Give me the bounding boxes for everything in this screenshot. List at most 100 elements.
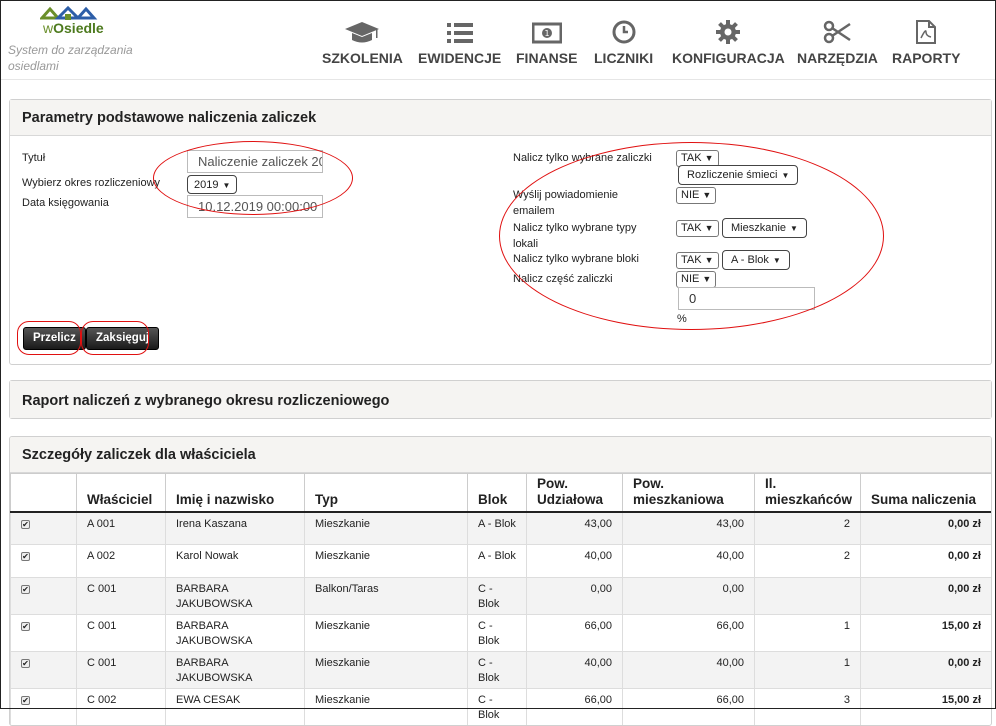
zaliczki-multiselect[interactable]: Rozliczenie śmieci ▼ bbox=[678, 165, 799, 185]
name-cell: Karol Nowak bbox=[165, 544, 305, 578]
wybrane-zaliczki-label: Nalicz tylko wybrane zaliczki bbox=[513, 152, 652, 164]
bloki-multiselect[interactable]: A - Blok ▼ bbox=[722, 250, 790, 270]
caret-down-icon: ▼ bbox=[772, 256, 781, 265]
nav-liczniki[interactable]: LICZNIKI bbox=[594, 18, 653, 66]
przelicz-button[interactable]: Przelicz bbox=[23, 327, 86, 350]
name-cell: BARBARA JAKUBOWSKA bbox=[165, 614, 305, 652]
col-header[interactable]: Właściciel bbox=[76, 473, 166, 513]
residents-cell bbox=[754, 577, 861, 615]
pow-mieszkaniowa-cell: 40,00 bbox=[622, 544, 755, 578]
col-header[interactable]: Suma naliczenia bbox=[860, 473, 991, 513]
zaksieguj-button[interactable]: Zaksięguj bbox=[86, 327, 160, 350]
graduation-cap-icon bbox=[345, 22, 380, 43]
col-header[interactable]: Il. mieszkańców bbox=[754, 473, 861, 513]
owner-cell: C 002 bbox=[76, 688, 166, 725]
row-checkbox[interactable]: ✔ bbox=[21, 552, 30, 561]
residents-cell: 1 bbox=[754, 614, 861, 652]
caret-down-icon: ▼ bbox=[704, 255, 714, 265]
caret-down-icon: ▼ bbox=[781, 171, 790, 180]
report-panel-title[interactable]: Raport naliczeń z wybranego okresu rozli… bbox=[10, 381, 991, 418]
logo[interactable]: wOsiedle bbox=[43, 20, 104, 36]
residents-cell: 2 bbox=[754, 544, 861, 578]
wybrane-zaliczki-value: TAK bbox=[681, 152, 702, 164]
nav-label: FINANSE bbox=[516, 50, 578, 66]
pow-udzialowa-cell: 40,00 bbox=[526, 544, 623, 578]
pdf-icon bbox=[916, 20, 937, 44]
typy-lokali-multiselect[interactable]: Mieszkanie ▼ bbox=[722, 218, 807, 238]
bloki-label: Nalicz tylko wybrane bloki bbox=[513, 253, 639, 265]
row-checkbox[interactable]: ✔ bbox=[21, 659, 30, 668]
nav-ewidencje[interactable]: EWIDENCJE bbox=[418, 18, 501, 66]
caret-down-icon: ▼ bbox=[790, 224, 798, 233]
block-cell: C - Blok bbox=[467, 651, 527, 689]
row-checkbox[interactable]: ✔ bbox=[21, 519, 30, 529]
report-panel: Raport naliczeń z wybranego okresu rozli… bbox=[9, 380, 992, 419]
type-cell: Mieszkanie bbox=[304, 651, 468, 689]
nav-szkolenia[interactable]: SZKOLENIA bbox=[322, 18, 403, 66]
powiadomienie-label: Wyślij powiadomienie emailem bbox=[513, 189, 619, 217]
czesc-amount-input[interactable]: 0 bbox=[678, 287, 815, 310]
owner-cell: A 002 bbox=[76, 544, 166, 578]
data-ksiegowania-input[interactable]: 10.12.2019 00:00:00 bbox=[187, 195, 323, 218]
nav-label: LICZNIKI bbox=[594, 50, 654, 66]
residents-cell: 3 bbox=[754, 688, 861, 725]
nav-finanse[interactable]: 1 FINANSE bbox=[516, 18, 577, 66]
col-header[interactable]: Pow. mieszkaniowa bbox=[622, 473, 755, 513]
nav-label: SZKOLENIA bbox=[322, 50, 403, 66]
nav-label: NARZĘDZIA bbox=[797, 50, 878, 66]
name-cell: EWA CESAK bbox=[165, 688, 305, 725]
col-header[interactable]: Imię i nazwisko bbox=[165, 473, 305, 513]
czesc-zaliczki-select[interactable]: NIE ▼ bbox=[676, 271, 717, 288]
block-cell: C - Blok bbox=[467, 577, 527, 615]
row-checkbox[interactable]: ✔ bbox=[21, 622, 30, 631]
okres-select[interactable]: 2019 ▼ bbox=[187, 175, 238, 194]
bloki-multiselect-value: A - Blok bbox=[731, 254, 769, 266]
pow-mieszkaniowa-cell: 43,00 bbox=[622, 511, 755, 545]
owner-cell: A 001 bbox=[76, 511, 166, 545]
table-row: ✔ C 002 EWA CESAK Mieszkanie C - Blok 66… bbox=[10, 688, 991, 725]
sum-cell: 0,00 zł bbox=[860, 511, 991, 545]
caret-down-icon: ▼ bbox=[704, 153, 714, 163]
zaliczki-multiselect-value: Rozliczenie śmieci bbox=[687, 169, 778, 181]
type-cell: Mieszkanie bbox=[304, 544, 468, 578]
details-table: Właściciel Imię i nazwisko Typ Blok Pow.… bbox=[10, 473, 991, 725]
col-header[interactable]: Pow. Udziałowa bbox=[526, 473, 623, 513]
params-panel-title: Parametry podstawowe naliczenia zaliczek bbox=[10, 100, 991, 136]
logo-name: Osiedle bbox=[53, 20, 104, 36]
nav-raporty[interactable]: RAPORTY bbox=[892, 18, 960, 66]
typy-lokali-select[interactable]: TAK ▼ bbox=[676, 220, 719, 237]
money-icon: 1 bbox=[531, 22, 562, 44]
table-row: ✔ C 001 BARBARA JAKUBOWSKA Mieszkanie C … bbox=[10, 651, 991, 689]
percent-label: % bbox=[677, 313, 687, 325]
bloki-select[interactable]: TAK ▼ bbox=[676, 252, 719, 269]
table-row: ✔ A 002 Karol Nowak Mieszkanie A - Blok … bbox=[10, 544, 991, 578]
params-panel: Parametry podstawowe naliczenia zaliczek… bbox=[9, 99, 992, 365]
type-cell: Mieszkanie bbox=[304, 614, 468, 652]
sum-cell: 15,00 zł bbox=[860, 614, 991, 652]
powiadomienie-select[interactable]: NIE ▼ bbox=[676, 187, 717, 204]
typy-lokali-label: Nalicz tylko wybrane typy lokali bbox=[513, 222, 637, 250]
type-cell: Balkon/Taras bbox=[304, 577, 468, 615]
row-checkbox[interactable]: ✔ bbox=[21, 696, 30, 705]
col-header[interactable]: Blok bbox=[467, 473, 527, 513]
gear-icon bbox=[716, 20, 741, 44]
caret-down-icon: ▼ bbox=[704, 223, 714, 233]
pow-udzialowa-cell: 40,00 bbox=[526, 651, 623, 689]
tytul-input[interactable]: Naliczenie zaliczek 2019 bbox=[187, 150, 323, 173]
block-cell: C - Blok bbox=[467, 688, 527, 725]
pow-udzialowa-cell: 66,00 bbox=[526, 688, 623, 725]
okres-select-value: 2019 bbox=[194, 179, 219, 191]
block-cell: A - Blok bbox=[467, 511, 527, 545]
tagline: System do zarządzania osiedlami bbox=[8, 43, 133, 73]
row-checkbox[interactable]: ✔ bbox=[21, 585, 30, 594]
residents-cell: 1 bbox=[754, 651, 861, 689]
nav-narzedzia[interactable]: NARZĘDZIA bbox=[797, 18, 878, 66]
pow-mieszkaniowa-cell: 40,00 bbox=[622, 651, 755, 689]
top-header: wOsiedle System do zarządzania osiedlami… bbox=[0, 0, 996, 80]
czesc-zaliczki-value: NIE bbox=[681, 273, 700, 285]
nav-konfiguracja[interactable]: KONFIGURACJA bbox=[672, 18, 785, 66]
pow-mieszkaniowa-cell: 66,00 bbox=[622, 688, 755, 725]
bloki-value: TAK bbox=[681, 254, 702, 266]
col-header[interactable]: Typ bbox=[304, 473, 468, 513]
name-cell: Irena Kaszana bbox=[165, 511, 305, 545]
